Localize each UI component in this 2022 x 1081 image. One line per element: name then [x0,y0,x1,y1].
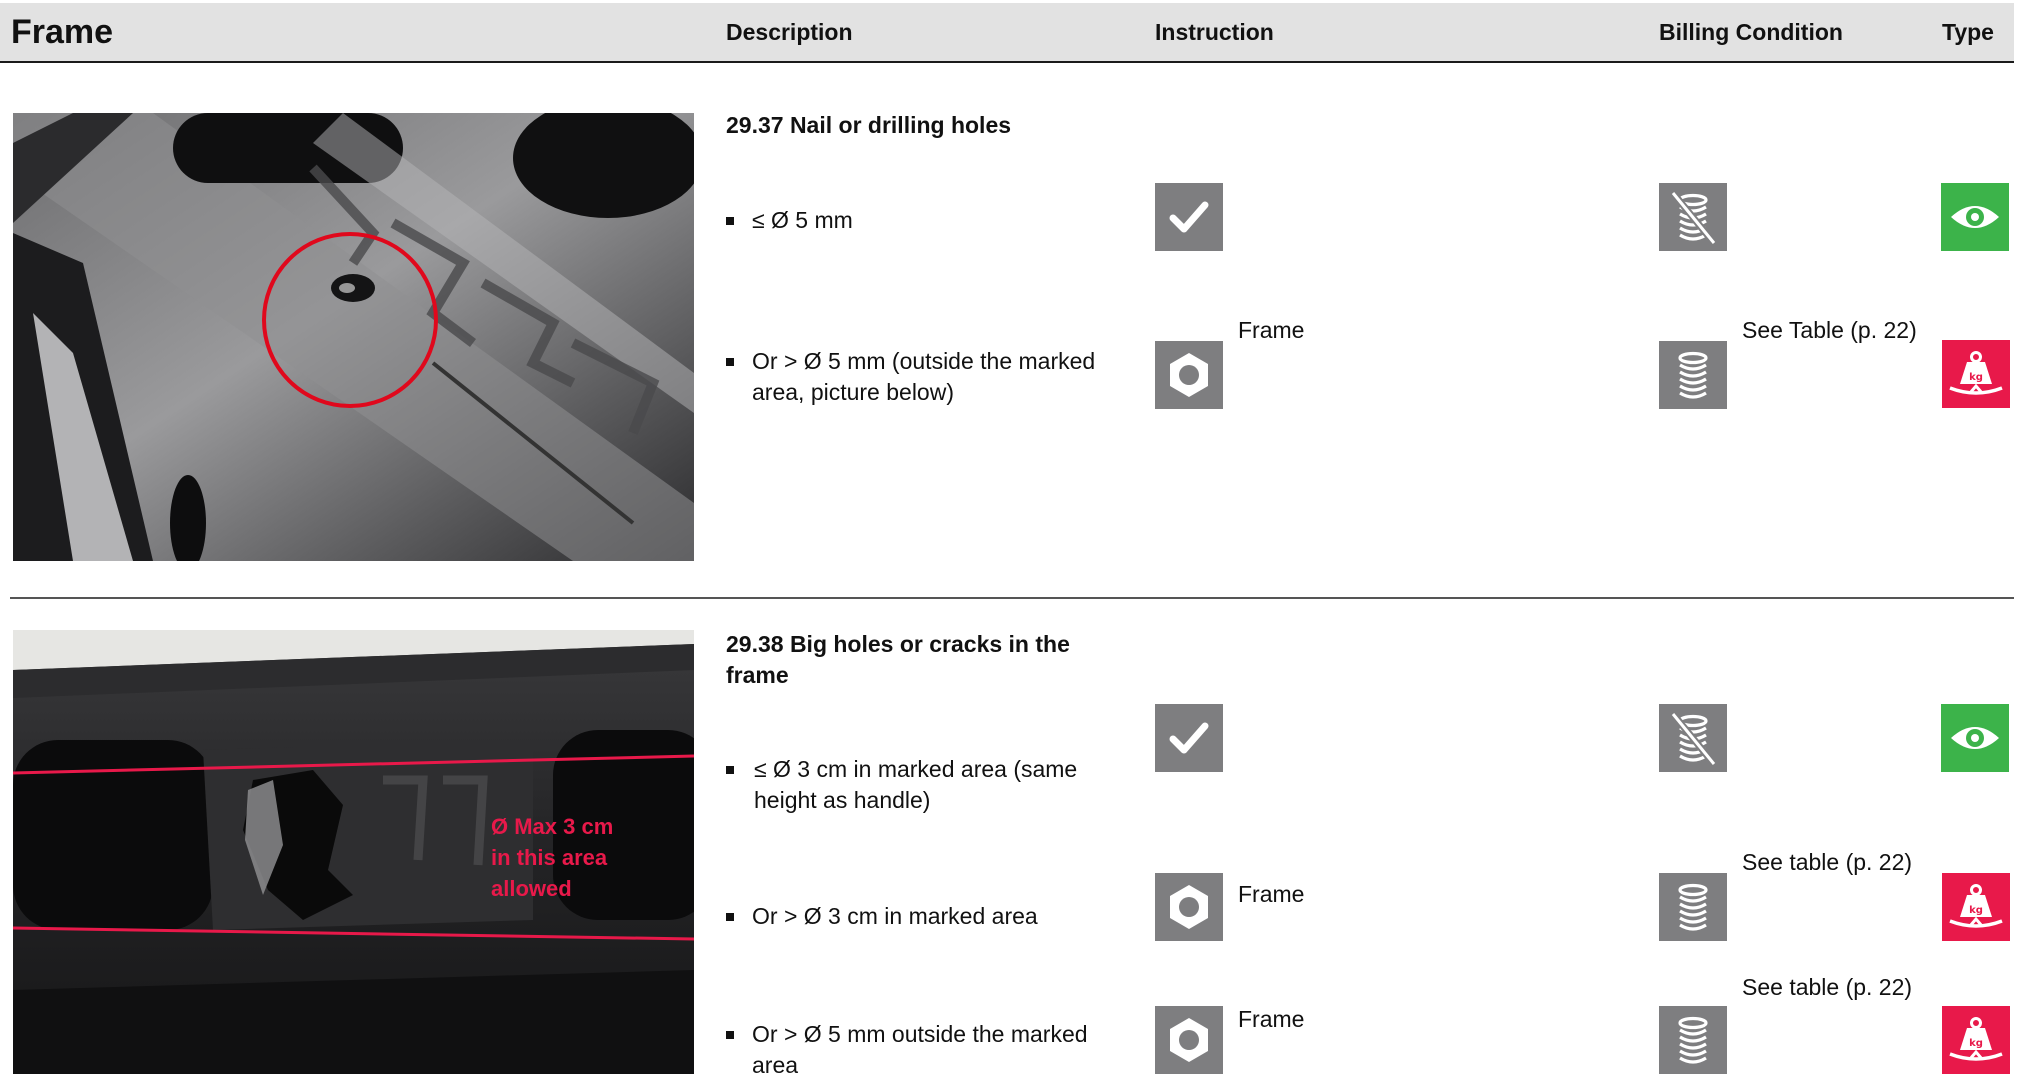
instruction-text: Frame [1238,881,1305,907]
photo-annotation: Ø Max 3 cm in this area allowed [491,814,614,901]
check-icon [1155,704,1223,772]
bullet-icon [726,358,734,366]
section-divider [10,597,2014,599]
column-header-billing: Billing Condition [1659,19,1843,45]
section-title-29-38: 29.38 Big holes or cracks in the frame [726,631,1070,688]
header-underline [0,61,2014,63]
list-item: ≤ Ø 5 mm [726,205,1126,236]
column-header-description: Description [726,19,853,45]
list-item: Or > Ø 3 cm in marked area [726,901,1126,932]
billing-text: See Table (p. 22) [1742,317,1917,343]
check-icon [1155,183,1223,251]
eye-icon [1941,704,2009,772]
list-item: Or > Ø 5 mm outside the marked area [726,1019,1126,1081]
instruction-text: Frame [1238,1006,1305,1032]
page-title: Frame [11,13,114,51]
instruction-text: Frame [1238,317,1305,343]
nail-hole-photo [13,113,694,561]
eye-icon [1941,183,2009,251]
weight-kg-icon [1942,1006,2010,1074]
no-coins-icon [1659,183,1727,251]
nut-icon [1155,341,1223,409]
column-header-type: Type [1942,19,1994,45]
list-item: Or > Ø 5 mm (outside the marked area, pi… [726,346,1126,408]
billing-text: See table (p. 22) [1742,974,1913,1000]
no-coins-icon [1659,704,1727,772]
nut-icon [1155,873,1223,941]
bullet-icon [726,913,734,921]
bullet-icon [726,217,734,225]
coins-icon [1659,341,1727,409]
weight-kg-icon [1942,340,2010,408]
nut-icon [1155,1006,1223,1074]
column-header-instruction: Instruction [1155,19,1274,45]
weight-kg-icon [1942,873,2010,941]
billing-text: See table (p. 22) [1742,849,1913,875]
bullet-icon [726,1031,734,1039]
list-item: ≤ Ø 3 cm in marked area (same height as … [726,754,1126,816]
section-title-29-37: 29.37 Nail or drilling holes [726,112,1012,138]
bullet-icon [726,766,734,774]
coins-icon [1659,1006,1727,1074]
coins-icon [1659,873,1727,941]
